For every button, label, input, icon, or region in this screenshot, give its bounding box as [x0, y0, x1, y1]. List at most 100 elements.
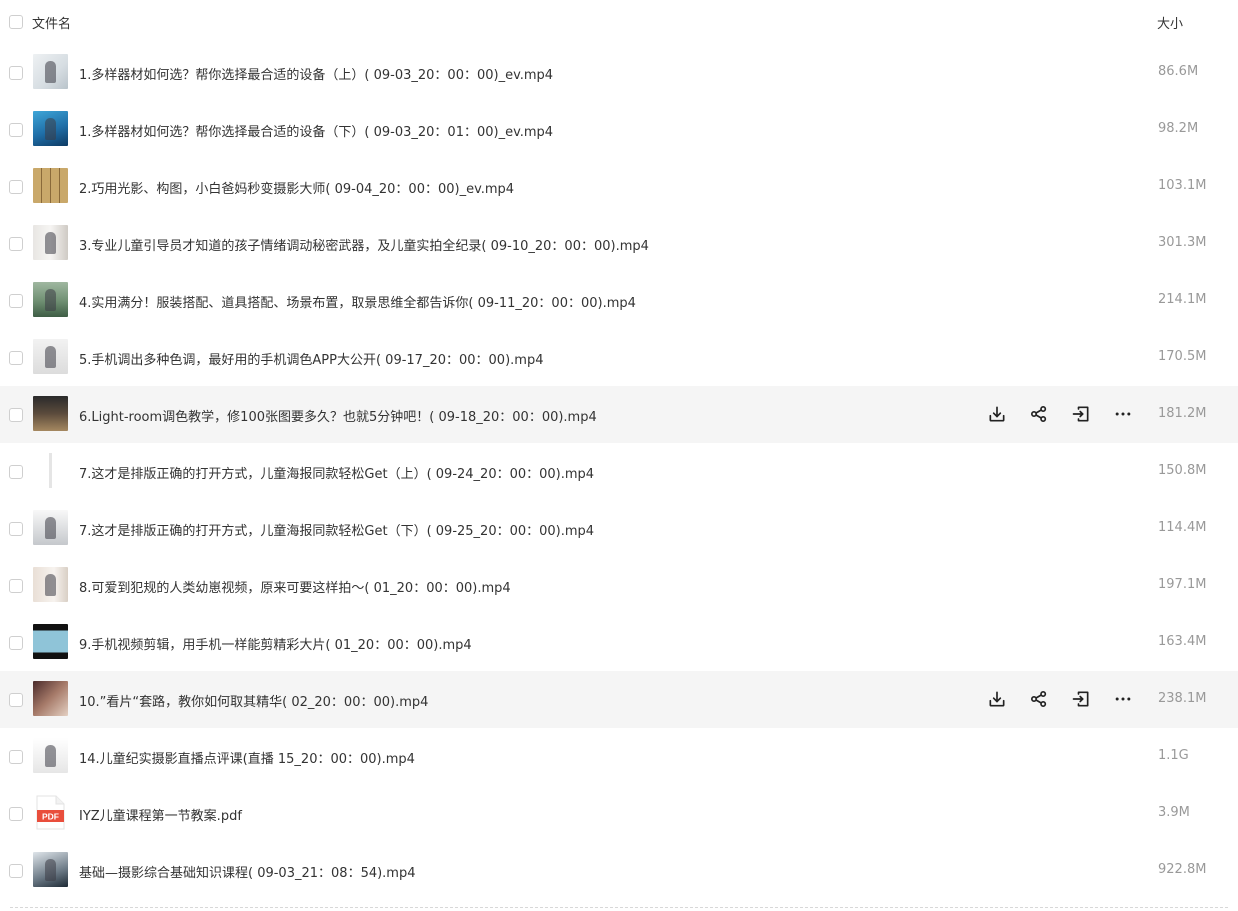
row-checkbox[interactable]	[9, 408, 23, 422]
file-name[interactable]: 6.Light-room调色教学，修100张图要多久？也就5分钟吧！( 09-1…	[79, 406, 597, 425]
list-footer-divider	[10, 907, 1228, 908]
file-row[interactable]: 基础—摄影综合基础知识课程( 09-03_21：08：54).mp4 922.8M	[0, 842, 1238, 899]
video-thumbnail[interactable]	[33, 510, 68, 545]
file-row[interactable]: 7.这才是排版正确的打开方式，儿童海报同款轻松Get（下）( 09-25_20：…	[0, 500, 1238, 557]
move-icon	[1071, 404, 1091, 424]
thumbnail-figure	[45, 61, 56, 83]
file-name[interactable]: 1.多样器材如何选？帮你选择最合适的设备（上）( 09-03_20：00：00)…	[79, 64, 553, 83]
file-size: 197.1M	[1158, 577, 1207, 592]
row-checkbox[interactable]	[9, 579, 23, 593]
row-checkbox[interactable]	[9, 636, 23, 650]
video-thumbnail[interactable]	[33, 681, 68, 716]
video-thumbnail[interactable]	[33, 396, 68, 431]
row-checkbox[interactable]	[9, 66, 23, 80]
download-icon	[987, 404, 1007, 424]
thumbnail-figure	[45, 517, 56, 539]
move-button[interactable]	[1069, 402, 1093, 426]
file-name[interactable]: 5.手机调出多种色调，最好用的手机调色APP大公开( 09-17_20：00：0…	[79, 349, 543, 368]
more-button[interactable]	[1111, 687, 1135, 711]
file-name[interactable]: 9.手机视频剪辑，用手机一样能剪精彩大片( 01_20：00：00).mp4	[79, 634, 472, 653]
video-thumbnail[interactable]	[33, 339, 68, 374]
download-button[interactable]	[985, 687, 1009, 711]
row-checkbox[interactable]	[9, 864, 23, 878]
video-thumbnail[interactable]	[33, 567, 68, 602]
file-name[interactable]: 7.这才是排版正确的打开方式，儿童海报同款轻松Get（上）( 09-24_20：…	[79, 463, 594, 482]
row-checkbox[interactable]	[9, 237, 23, 251]
row-checkbox[interactable]	[9, 351, 23, 365]
list-header: 文件名 大小	[0, 0, 1238, 44]
file-row[interactable]: 6.Light-room调色教学，修100张图要多久？也就5分钟吧！( 09-1…	[0, 386, 1238, 443]
share-icon	[1029, 404, 1049, 424]
file-row[interactable]: 9.手机视频剪辑，用手机一样能剪精彩大片( 01_20：00：00).mp4 16…	[0, 614, 1238, 671]
file-size: 238.1M	[1158, 691, 1207, 706]
video-thumbnail[interactable]	[33, 624, 68, 659]
row-actions	[985, 687, 1135, 711]
file-row[interactable]: 3.专业儿童引导员才知道的孩子情绪调动秘密武器，及儿童实拍全纪录( 09-10_…	[0, 215, 1238, 272]
file-row[interactable]: 5.手机调出多种色调，最好用的手机调色APP大公开( 09-17_20：00：0…	[0, 329, 1238, 386]
file-size: 301.3M	[1158, 235, 1207, 250]
file-row[interactable]: PDF IYZ儿童课程第一节教案.pdf 3.9M	[0, 785, 1238, 842]
file-name[interactable]: 3.专业儿童引导员才知道的孩子情绪调动秘密武器，及儿童实拍全纪录( 09-10_…	[79, 235, 649, 254]
share-button[interactable]	[1027, 687, 1051, 711]
thumbnail-figure	[45, 574, 56, 596]
move-icon	[1071, 689, 1091, 709]
video-thumbnail[interactable]	[33, 54, 68, 89]
row-checkbox[interactable]	[9, 294, 23, 308]
file-row[interactable]: 8.可爱到犯规的人类幼崽视频，原来可要这样拍～( 01_20：00：00).mp…	[0, 557, 1238, 614]
video-thumbnail[interactable]	[33, 168, 68, 203]
row-checkbox[interactable]	[9, 807, 23, 821]
row-checkbox[interactable]	[9, 123, 23, 137]
share-icon	[1029, 689, 1049, 709]
share-button[interactable]	[1027, 402, 1051, 426]
video-thumbnail[interactable]	[33, 852, 68, 887]
more-icon	[1113, 689, 1133, 709]
download-button[interactable]	[985, 402, 1009, 426]
file-name[interactable]: 1.多样器材如何选？帮你选择最合适的设备（下）( 09-03_20：01：00)…	[79, 121, 553, 140]
row-checkbox[interactable]	[9, 693, 23, 707]
more-button[interactable]	[1111, 402, 1135, 426]
file-size: 170.5M	[1158, 349, 1207, 364]
pdf-file-icon[interactable]: PDF	[33, 795, 68, 830]
row-actions	[985, 402, 1135, 426]
file-name[interactable]: 4.实用满分！服装搭配、道具搭配、场景布置，取景思维全都告诉你( 09-11_2…	[79, 292, 636, 311]
row-checkbox[interactable]	[9, 180, 23, 194]
video-thumbnail[interactable]	[33, 453, 68, 488]
file-row[interactable]: 4.实用满分！服装搭配、道具搭配、场景布置，取景思维全都告诉你( 09-11_2…	[0, 272, 1238, 329]
row-checkbox[interactable]	[9, 522, 23, 536]
file-size: 922.8M	[1158, 862, 1207, 877]
video-thumbnail[interactable]	[33, 225, 68, 260]
file-size: 214.1M	[1158, 292, 1207, 307]
pdf-label: PDF	[42, 812, 59, 822]
file-row[interactable]: 2.巧用光影、构图，小白爸妈秒变摄影大师( 09-04_20：00：00)_ev…	[0, 158, 1238, 215]
file-row[interactable]: 14.儿童纪实摄影直播点评课(直播 15_20：00：00).mp4 1.1G	[0, 728, 1238, 785]
column-header-size[interactable]: 大小	[1157, 13, 1183, 32]
file-row[interactable]: 1.多样器材如何选？帮你选择最合适的设备（下）( 09-03_20：01：00)…	[0, 101, 1238, 158]
thumbnail-figure	[45, 118, 56, 140]
row-checkbox[interactable]	[9, 750, 23, 764]
file-name[interactable]: 7.这才是排版正确的打开方式，儿童海报同款轻松Get（下）( 09-25_20：…	[79, 520, 594, 539]
pdf-icon: PDF	[36, 795, 65, 830]
file-row[interactable]: 7.这才是排版正确的打开方式，儿童海报同款轻松Get（上）( 09-24_20：…	[0, 443, 1238, 500]
thumbnail-figure	[45, 859, 56, 881]
thumbnail-figure	[45, 745, 56, 767]
file-name[interactable]: 10.”看片“套路，教你如何取其精华( 02_20：00：00).mp4	[79, 691, 428, 710]
thumbnail-figure	[45, 346, 56, 368]
file-name[interactable]: IYZ儿童课程第一节教案.pdf	[79, 805, 242, 824]
file-name[interactable]: 8.可爱到犯规的人类幼崽视频，原来可要这样拍～( 01_20：00：00).mp…	[79, 577, 511, 596]
file-row[interactable]: 10.”看片“套路，教你如何取其精华( 02_20：00：00).mp4 238.…	[0, 671, 1238, 728]
file-size: 181.2M	[1158, 406, 1207, 421]
select-all-checkbox[interactable]	[9, 15, 23, 29]
video-thumbnail[interactable]	[33, 282, 68, 317]
video-thumbnail[interactable]	[33, 738, 68, 773]
thumbnail-figure	[45, 232, 56, 254]
column-header-name[interactable]: 文件名	[32, 13, 71, 32]
move-button[interactable]	[1069, 687, 1093, 711]
file-name[interactable]: 14.儿童纪实摄影直播点评课(直播 15_20：00：00).mp4	[79, 748, 415, 767]
video-thumbnail[interactable]	[33, 111, 68, 146]
file-size: 163.4M	[1158, 634, 1207, 649]
row-checkbox[interactable]	[9, 465, 23, 479]
file-name[interactable]: 基础—摄影综合基础知识课程( 09-03_21：08：54).mp4	[79, 862, 416, 881]
file-row[interactable]: 1.多样器材如何选？帮你选择最合适的设备（上）( 09-03_20：00：00)…	[0, 44, 1238, 101]
thumbnail-figure	[45, 289, 56, 311]
file-name[interactable]: 2.巧用光影、构图，小白爸妈秒变摄影大师( 09-04_20：00：00)_ev…	[79, 178, 514, 197]
